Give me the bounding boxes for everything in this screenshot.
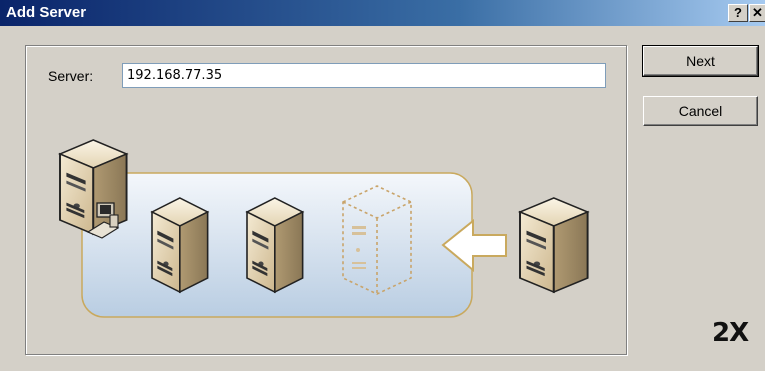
brand-logo: 2X: [712, 318, 749, 348]
add-server-dialog: Add Server ? ✕ Server: Next Cancel: [0, 0, 765, 371]
server-tower-icon: [519, 197, 589, 293]
server-farm-illustration: [59, 139, 589, 318]
server-tower-icon: [151, 197, 209, 293]
server-tower-icon: [246, 197, 304, 293]
